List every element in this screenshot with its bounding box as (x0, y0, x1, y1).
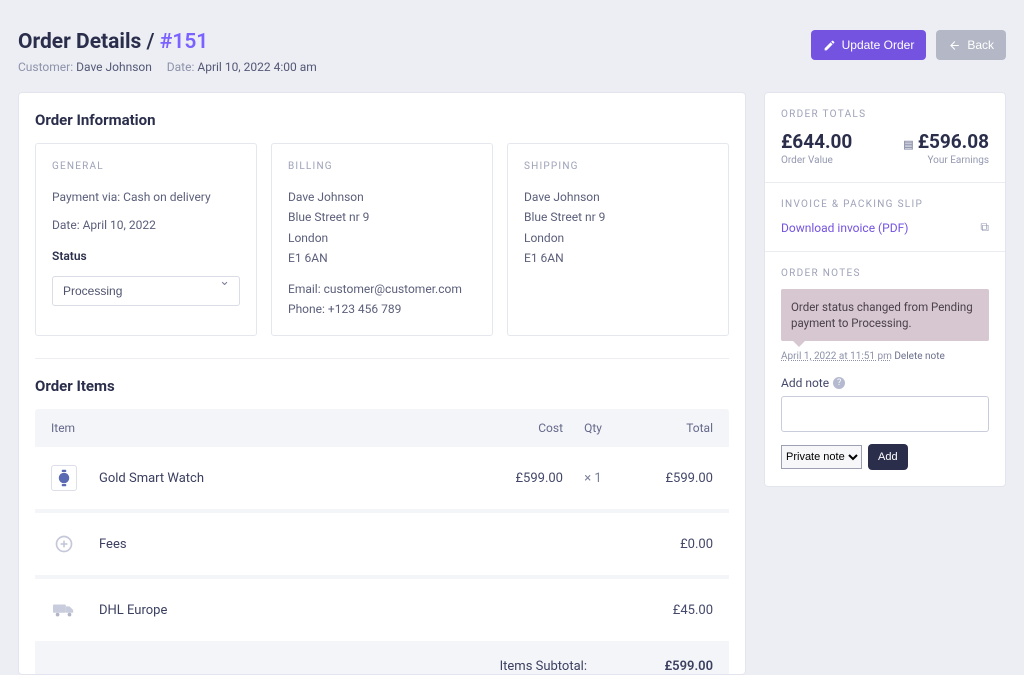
col-qty: Qty (563, 421, 623, 435)
order-id: #151 (160, 30, 209, 54)
page-title: Order Details / #151 (18, 30, 317, 54)
general-card: GENERAL Payment via: Cash on delivery Da… (35, 143, 257, 336)
invoice-head: INVOICE & PACKING SLIP (781, 199, 989, 210)
earnings-value: ▤£596.08 (903, 130, 989, 153)
title-prefix: Order Details (18, 30, 141, 54)
status-label: Status (52, 246, 240, 266)
billing-card: BILLING Dave Johnson Blue Street nr 9 Lo… (271, 143, 493, 336)
copy-icon[interactable]: ⧉ (980, 220, 989, 235)
subtotal-label: Items Subtotal: (51, 659, 623, 674)
billing-head: BILLING (288, 158, 476, 175)
order-items-heading: Order Items (35, 377, 729, 395)
date-label: Date: (167, 60, 195, 74)
note-meta: April 1, 2022 at 11:51 pm Delete note (781, 351, 989, 362)
order-date: April 10, 2022 4:00 am (197, 60, 316, 74)
item-name: Gold Smart Watch (99, 471, 473, 486)
status-select[interactable]: Processing (52, 276, 240, 306)
customer-label: Customer: (18, 60, 73, 74)
order-info-heading: Order Information (35, 111, 729, 129)
order-notes-head: ORDER NOTES (781, 268, 989, 279)
back-button[interactable]: Back (936, 30, 1006, 60)
item-total: £45.00 (623, 603, 713, 618)
col-total: Total (623, 421, 713, 435)
billing-email: Email: customer@customer.com (288, 279, 476, 299)
shipping-postcode: E1 6AN (524, 248, 712, 268)
payment-line: Payment via: Cash on delivery (52, 187, 240, 207)
order-value: £644.00 (781, 130, 852, 153)
add-note-input[interactable] (781, 396, 989, 432)
receipt-icon: ▤ (903, 138, 913, 151)
table-row: DHL Europe £45.00 (35, 579, 729, 645)
add-note-label: Add note ? (781, 376, 989, 390)
note-type-select[interactable]: Private note (781, 445, 862, 469)
plus-circle-icon (54, 534, 74, 554)
add-note-button[interactable]: Add (868, 444, 908, 470)
note-timestamp: April 1, 2022 at 11:51 pm (781, 351, 892, 362)
delete-note-link[interactable]: Delete note (894, 351, 944, 362)
item-name: DHL Europe (99, 603, 473, 618)
earnings-label: Your Earnings (903, 155, 989, 166)
shipping-head: SHIPPING (524, 158, 712, 175)
item-cost: £599.00 (473, 471, 563, 486)
order-totals-head: ORDER TOTALS (781, 109, 989, 120)
download-invoice-link[interactable]: Download invoice (PDF) (781, 221, 908, 235)
watch-icon (55, 469, 73, 487)
title-slash: / (147, 30, 155, 54)
fees-icon-wrap (51, 531, 77, 557)
item-name: Fees (99, 537, 473, 552)
shipping-name: Dave Johnson (524, 187, 712, 207)
item-total: £599.00 (623, 471, 713, 486)
help-icon[interactable]: ? (833, 377, 845, 389)
items-table-header: Item Cost Qty Total (35, 409, 729, 447)
billing-street: Blue Street nr 9 (288, 207, 476, 227)
billing-name: Dave Johnson (288, 187, 476, 207)
shipping-icon-wrap (51, 597, 77, 623)
col-cost: Cost (473, 421, 563, 435)
subhead: Customer: Dave Johnson Date: April 10, 2… (18, 60, 317, 74)
order-value-label: Order Value (781, 155, 852, 166)
col-item: Item (51, 421, 473, 435)
back-label: Back (967, 38, 994, 52)
table-row: Fees £0.00 (35, 513, 729, 579)
general-head: GENERAL (52, 158, 240, 175)
arrow-left-icon (948, 39, 961, 52)
billing-phone: Phone: +123 456 789 (288, 299, 476, 319)
shipping-city: London (524, 228, 712, 248)
subtotal-value: £599.00 (623, 659, 713, 674)
pencil-icon (823, 39, 836, 52)
table-row: Gold Smart Watch £599.00 × 1 £599.00 (35, 447, 729, 513)
update-order-label: Update Order (842, 38, 915, 52)
shipping-card: SHIPPING Dave Johnson Blue Street nr 9 L… (507, 143, 729, 336)
billing-postcode: E1 6AN (288, 248, 476, 268)
truck-icon (53, 602, 75, 618)
shipping-street: Blue Street nr 9 (524, 207, 712, 227)
product-thumb (51, 465, 77, 491)
update-order-button[interactable]: Update Order (811, 30, 927, 60)
item-total: £0.00 (623, 537, 713, 552)
subtotal-row: Items Subtotal: £599.00 (35, 645, 729, 674)
billing-city: London (288, 228, 476, 248)
customer-name: Dave Johnson (76, 60, 152, 74)
general-date: Date: April 10, 2022 (52, 215, 240, 235)
order-note: Order status changed from Pending paymen… (781, 289, 989, 341)
item-qty: × 1 (563, 471, 623, 486)
